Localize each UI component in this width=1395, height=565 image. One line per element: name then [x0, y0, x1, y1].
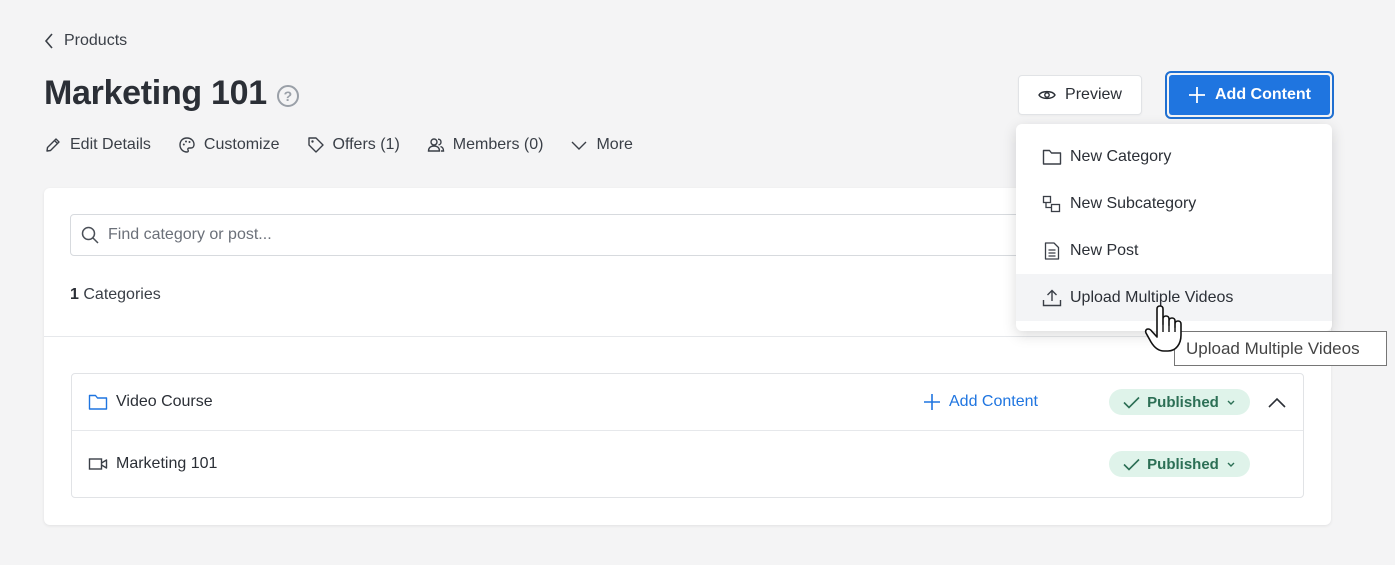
search-icon: [81, 226, 99, 244]
tooltip: Upload Multiple Videos: [1174, 331, 1387, 366]
plus-icon: [924, 394, 940, 410]
check-icon: [1123, 396, 1140, 409]
chevron-down-icon: [1227, 462, 1235, 467]
add-content-button[interactable]: Add Content: [1169, 75, 1330, 115]
video-icon: [88, 458, 108, 470]
more-menu[interactable]: More: [570, 136, 633, 154]
folder-icon: [88, 394, 108, 410]
row-name: Video Course: [88, 393, 213, 411]
chevron-down-icon: [571, 141, 587, 150]
divider: [44, 336, 1331, 337]
chevron-up-icon: [1268, 397, 1286, 408]
subcategory-icon: [1042, 195, 1061, 212]
folder-icon: [1042, 149, 1062, 165]
actions-row: Edit Details Customize Offers (1) Member…: [44, 136, 660, 154]
more-label: More: [596, 136, 633, 153]
users-icon: [427, 138, 444, 152]
status-badge[interactable]: Published: [1109, 389, 1250, 415]
search-placeholder: Find category or post...: [108, 226, 272, 243]
document-icon: [1044, 241, 1060, 260]
row-add-content-label: Add Content: [949, 393, 1038, 410]
new-subcategory-menu-item[interactable]: New Subcategory: [1016, 180, 1332, 227]
customize-link[interactable]: Customize: [178, 136, 280, 154]
content-table: Video Course Add Content Published Marke…: [71, 373, 1304, 498]
new-post-menu-item[interactable]: New Post: [1016, 227, 1332, 274]
category-count: 1 Categories: [70, 286, 161, 304]
breadcrumb-label: Products: [64, 32, 128, 49]
row-add-content-button[interactable]: Add Content: [923, 393, 1038, 411]
members-label: Members (0): [452, 136, 544, 153]
new-category-menu-item[interactable]: New Category: [1016, 133, 1332, 180]
page-title: Marketing 101: [44, 74, 267, 112]
chevron-left-icon: [44, 33, 53, 49]
row-name-label: Video Course: [116, 393, 213, 410]
add-content-dropdown: New Category New Subcategory New Post Up…: [1016, 124, 1332, 331]
chevron-down-icon: [1227, 400, 1235, 405]
collapse-button[interactable]: [1267, 392, 1287, 412]
menu-item-label: New Category: [1070, 147, 1172, 165]
page-title-wrap: Marketing 101 ?: [44, 74, 299, 113]
status-label: Published: [1147, 393, 1219, 411]
eye-icon: [1038, 90, 1056, 100]
palette-icon: [179, 137, 195, 153]
add-content-button-focus-ring: Add Content: [1165, 71, 1334, 119]
menu-item-label: New Post: [1070, 241, 1139, 259]
hand-cursor-icon: [1144, 305, 1182, 352]
row-name-label: Marketing 101: [116, 455, 218, 472]
pencil-icon: [46, 138, 60, 152]
plus-icon: [1189, 87, 1205, 103]
menu-item-label: New Subcategory: [1070, 194, 1197, 212]
table-row[interactable]: Video Course Add Content Published: [72, 374, 1303, 431]
offers-label: Offers (1): [332, 136, 400, 153]
upload-icon: [1042, 289, 1062, 306]
add-content-label: Add Content: [1215, 86, 1311, 103]
preview-label: Preview: [1065, 86, 1122, 103]
help-icon[interactable]: ?: [276, 84, 299, 107]
check-icon: [1123, 458, 1140, 471]
members-link[interactable]: Members (0): [427, 136, 544, 154]
status-label: Published: [1147, 455, 1219, 473]
edit-details-label: Edit Details: [70, 136, 151, 153]
breadcrumb[interactable]: Products: [44, 32, 127, 50]
customize-label: Customize: [203, 136, 280, 153]
status-badge[interactable]: Published: [1109, 451, 1250, 477]
category-count-number: 1: [70, 286, 79, 303]
preview-button[interactable]: Preview: [1018, 75, 1142, 115]
category-count-label: Categories: [83, 286, 161, 303]
table-row[interactable]: Marketing 101 Published: [72, 431, 1303, 497]
offers-link[interactable]: Offers (1): [307, 136, 400, 154]
tag-icon: [307, 137, 324, 153]
row-name: Marketing 101: [88, 455, 217, 473]
edit-details-link[interactable]: Edit Details: [44, 136, 151, 154]
